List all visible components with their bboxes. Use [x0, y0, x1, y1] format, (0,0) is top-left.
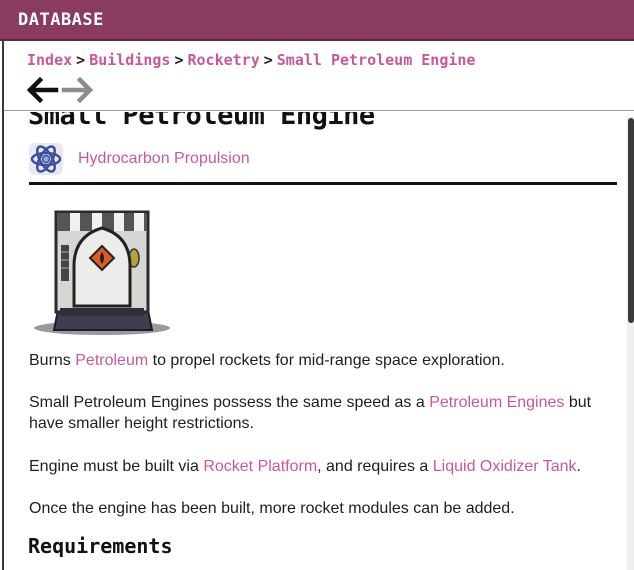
title-divider	[29, 182, 617, 185]
breadcrumb-current[interactable]: Small Petroleum Engine	[277, 51, 476, 69]
petroleum-link[interactable]: Petroleum	[75, 352, 148, 369]
requirements-heading: Requirements	[28, 534, 173, 558]
arrow-left-icon	[26, 76, 59, 104]
description-paragraph-1: Burns Petroleum to propel rockets for mi…	[29, 350, 609, 371]
breadcrumb-buildings[interactable]: Buildings	[89, 51, 170, 69]
atom-icon	[29, 143, 63, 175]
window-title: DATABASE	[18, 10, 104, 30]
back-button[interactable]	[24, 73, 60, 107]
text-fragment: .	[576, 458, 581, 475]
forward-button[interactable]	[60, 73, 96, 107]
category-row: Hydrocarbon Propulsion	[28, 142, 250, 176]
breadcrumb-index[interactable]: Index	[27, 51, 72, 69]
window-titlebar: DATABASE	[0, 0, 634, 41]
category-link[interactable]: Hydrocarbon Propulsion	[78, 150, 250, 168]
description-paragraph-2: Small Petroleum Engines possess the same…	[29, 392, 609, 434]
text-fragment: to propel rockets for mid-range space ex…	[148, 352, 505, 369]
text-fragment: , and requires a	[317, 458, 433, 475]
petroleum-engines-link[interactable]: Petroleum Engines	[429, 394, 564, 411]
small-petroleum-engine-image	[34, 210, 170, 335]
page-title: Small Petroleum Engine	[28, 112, 375, 131]
text-fragment: Small Petroleum Engines possess the same…	[29, 394, 430, 411]
arrow-right-icon	[61, 76, 94, 104]
breadcrumb-separator: >	[174, 51, 184, 69]
description-paragraph-3: Engine must be built via Rocket Platform…	[29, 456, 609, 477]
history-nav	[24, 73, 96, 107]
text-fragment: Burns	[29, 352, 76, 369]
rocket-platform-link[interactable]: Rocket Platform	[203, 458, 317, 475]
breadcrumb: Index > Buildings > Rocketry > Small Pet…	[27, 51, 475, 69]
scrollbar-thumb[interactable]	[628, 118, 634, 323]
navigation-header: Index > Buildings > Rocketry > Small Pet…	[4, 41, 634, 111]
breadcrumb-rocketry[interactable]: Rocketry	[188, 51, 260, 69]
article-content[interactable]: Small Petroleum Engine Hydrocarbon Propu…	[4, 112, 624, 570]
breadcrumb-separator: >	[76, 51, 86, 69]
liquid-oxidizer-tank-link[interactable]: Liquid Oxidizer Tank	[433, 458, 577, 475]
text-fragment: Engine must be built via	[29, 458, 204, 475]
breadcrumb-separator: >	[263, 51, 273, 69]
description-paragraph-4: Once the engine has been built, more roc…	[29, 500, 515, 517]
